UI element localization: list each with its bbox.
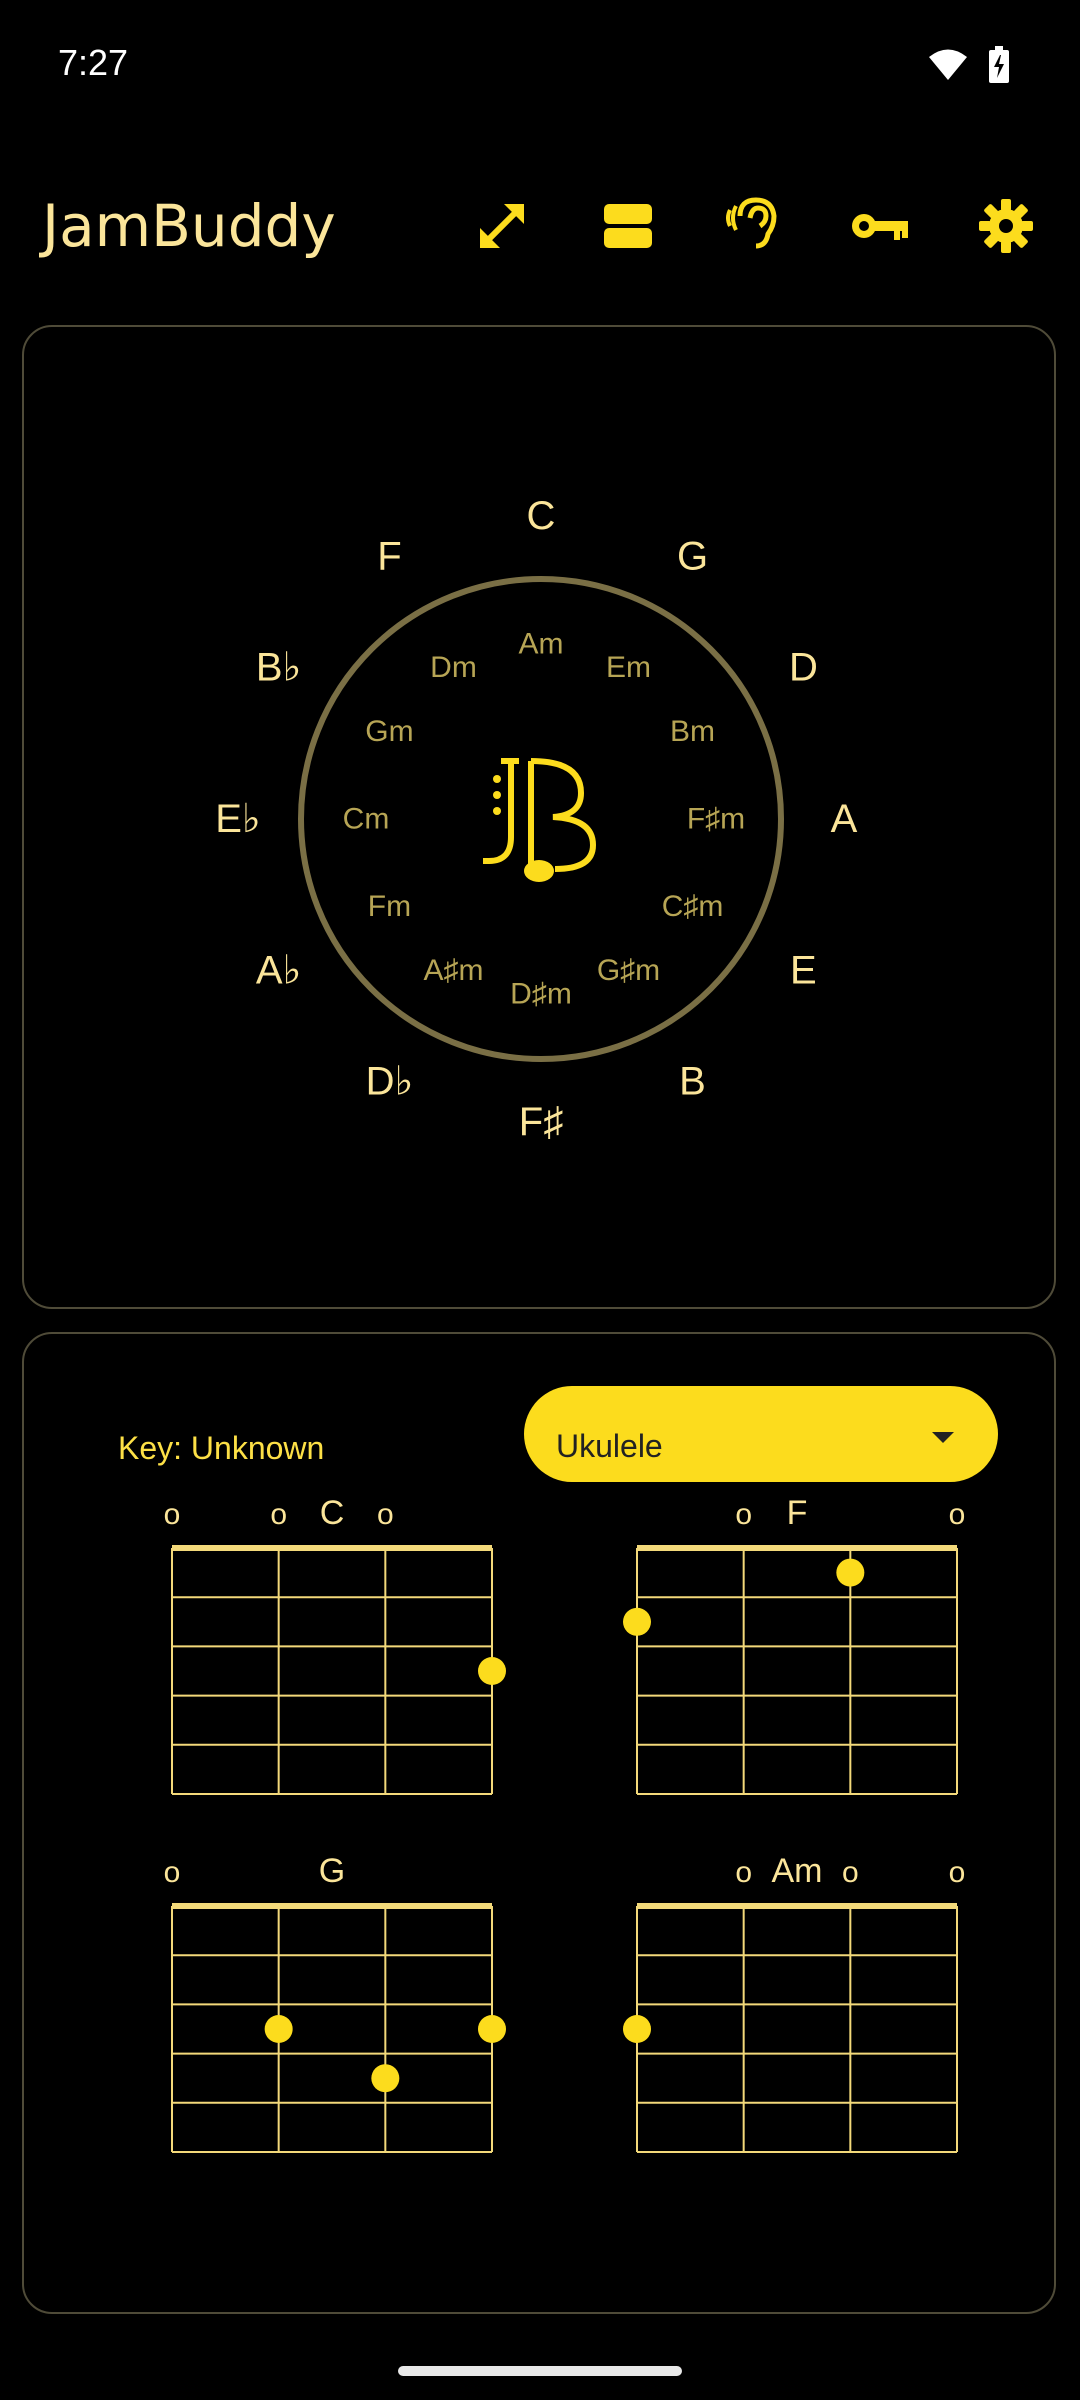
chord-diagram-f[interactable]: Fo o xyxy=(599,1490,965,1795)
major-key-c[interactable]: C xyxy=(527,494,556,538)
chord-diagram-am[interactable]: Amo o o xyxy=(599,1848,965,2153)
chord-diagram-c[interactable]: Co o o xyxy=(134,1490,506,1795)
finger-dot xyxy=(623,2015,651,2043)
minor-key-d-sharpm[interactable]: D♯m xyxy=(510,978,572,1011)
major-key-d[interactable]: D xyxy=(789,646,818,690)
gear-icon xyxy=(979,199,1033,253)
wifi-icon xyxy=(928,48,968,87)
open-string-marker: o xyxy=(377,1498,394,1531)
circle-of-fifths[interactable]: C G D A E B F♯ D♭ A♭ E♭ B♭ F Am Em Bm F♯m C♯mG♯m D♯m A♯m F… xyxy=(24,327,1058,1311)
major-key-f-sharp[interactable]: F♯ xyxy=(519,1100,563,1144)
battery-charging-icon xyxy=(988,46,1010,89)
status-time: 7:27 xyxy=(58,42,129,83)
minor-key-cm[interactable]: Cm xyxy=(343,803,390,836)
finger-dot xyxy=(371,2064,400,2093)
finger-dot xyxy=(836,1558,865,1587)
major-key-b[interactable]: B xyxy=(679,1059,706,1103)
major-key-b-flat[interactable]: B♭ xyxy=(256,646,302,690)
layout-toggle-icon xyxy=(604,204,652,248)
expand-icon xyxy=(480,204,524,248)
major-key-e-flat[interactable]: E♭ xyxy=(215,797,261,841)
ear-icon xyxy=(726,197,777,249)
home-indicator[interactable] xyxy=(398,2366,682,2376)
minor-key-a-sharpm[interactable]: A♯m xyxy=(424,954,484,987)
instrument-dropdown[interactable]: Ukulele xyxy=(524,1386,998,1482)
major-key-a-flat[interactable]: A♭ xyxy=(256,949,302,993)
jb-logo-icon xyxy=(483,758,597,882)
status-icons xyxy=(928,46,1010,89)
key-button[interactable] xyxy=(838,184,922,268)
key-label: Key: Unknown xyxy=(118,1430,325,1466)
chords-card: Key: Unknown Ukulele Cooo Foo Go Am o o o xyxy=(22,1332,1056,2314)
major-key-d-flat[interactable]: D♭ xyxy=(366,1059,414,1103)
minor-key-c-sharpm[interactable]: C♯m xyxy=(662,890,724,923)
minor-key-gm[interactable]: Gm xyxy=(365,715,413,748)
expand-button[interactable] xyxy=(460,184,544,268)
chord-name: G xyxy=(319,1852,345,1890)
major-key-f[interactable]: F xyxy=(377,535,401,579)
minor-key-f-sharpm[interactable]: F♯m xyxy=(687,803,745,836)
open-string-marker: o xyxy=(164,1498,181,1531)
chord-name: C xyxy=(320,1494,345,1532)
minor-key-g-sharpm[interactable]: G♯m xyxy=(597,954,660,987)
major-key-g[interactable]: G xyxy=(677,535,708,579)
key-icon xyxy=(852,214,908,240)
minor-key-em[interactable]: Em xyxy=(606,651,651,684)
chord-name: Am xyxy=(772,1852,823,1890)
instrument-value: Ukulele xyxy=(556,1428,663,1464)
major-key-a[interactable]: A xyxy=(831,797,858,841)
dropdown-arrow-icon xyxy=(932,1432,954,1443)
circle-of-fifths-card: C G D A E B F♯ D♭ A♭ E♭ B♭ F Am Em Bm F♯m C♯m G♯m D♯m A♯m F… xyxy=(22,325,1056,1309)
app-screen: 7:27 JamBuddy C G D A E B F♯ D♭ A♭ E♭ B♭… xyxy=(0,0,1080,2400)
app-title: JamBuddy xyxy=(42,192,336,260)
open-string-marker: o xyxy=(735,1498,752,1531)
minor-key-am[interactable]: Am xyxy=(519,628,564,661)
layout-toggle-button[interactable] xyxy=(586,184,670,268)
minor-key-dm[interactable]: Dm xyxy=(430,651,477,684)
chord-diagram-g[interactable]: Go xyxy=(134,1848,506,2153)
open-string-marker: o xyxy=(735,1856,752,1889)
open-string-marker: o xyxy=(164,1856,181,1889)
finger-dot xyxy=(264,2015,293,2043)
open-string-marker: o xyxy=(842,1856,859,1889)
open-string-marker: o xyxy=(949,1856,966,1889)
open-string-marker: o xyxy=(270,1498,287,1531)
minor-key-bm[interactable]: Bm xyxy=(670,715,715,748)
settings-button[interactable] xyxy=(964,184,1048,268)
major-key-e[interactable]: E xyxy=(790,949,817,993)
listen-button[interactable] xyxy=(712,184,796,268)
finger-dot xyxy=(478,2015,506,2043)
finger-dot xyxy=(623,1607,651,1636)
chord-name: F xyxy=(787,1494,808,1532)
minor-key-fm[interactable]: Fm xyxy=(368,890,411,923)
open-string-marker: o xyxy=(949,1498,966,1531)
finger-dot xyxy=(478,1657,506,1685)
